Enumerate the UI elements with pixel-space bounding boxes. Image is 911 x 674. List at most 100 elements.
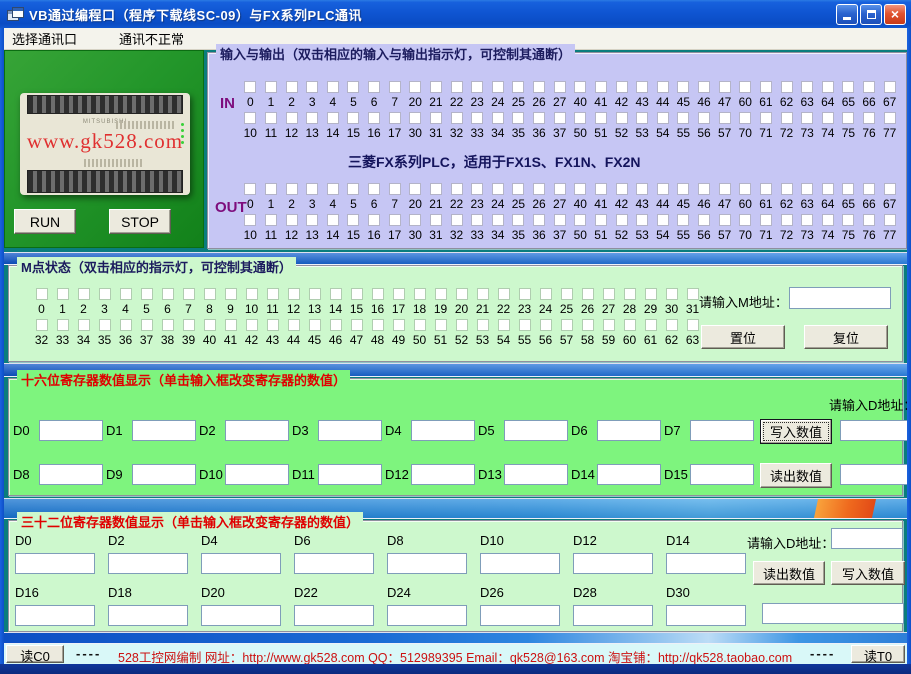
out-indicator-led[interactable]: [698, 214, 710, 226]
register-d6-input[interactable]: [597, 420, 661, 441]
in-indicator-led[interactable]: [286, 81, 298, 93]
out-indicator-led[interactable]: [512, 183, 524, 195]
m-indicator-led[interactable]: [561, 319, 573, 331]
in-indicator-led[interactable]: [616, 112, 628, 124]
in-indicator-led[interactable]: [512, 81, 524, 93]
m-indicator-led[interactable]: [477, 319, 489, 331]
out-indicator-led[interactable]: [451, 183, 463, 195]
out-indicator-led[interactable]: [286, 183, 298, 195]
in-indicator-led[interactable]: [739, 112, 751, 124]
register-d18-input[interactable]: [108, 605, 188, 626]
m-indicator-led[interactable]: [78, 319, 90, 331]
in-indicator-led[interactable]: [822, 81, 834, 93]
out-indicator-led[interactable]: [801, 214, 813, 226]
out-indicator-led[interactable]: [739, 183, 751, 195]
in-indicator-led[interactable]: [554, 81, 566, 93]
in-indicator-led[interactable]: [265, 112, 277, 124]
in-indicator-led[interactable]: [430, 81, 442, 93]
out-indicator-led[interactable]: [884, 214, 896, 226]
in-indicator-led[interactable]: [451, 81, 463, 93]
m-indicator-led[interactable]: [330, 319, 342, 331]
m-indicator-led[interactable]: [435, 319, 447, 331]
run-button[interactable]: RUN: [14, 209, 76, 234]
register-d2-input[interactable]: [108, 553, 188, 574]
m-indicator-led[interactable]: [36, 288, 48, 300]
m-indicator-led[interactable]: [645, 288, 657, 300]
in-indicator-led[interactable]: [368, 112, 380, 124]
register-d26-input[interactable]: [480, 605, 560, 626]
m-indicator-led[interactable]: [687, 288, 699, 300]
out-indicator-led[interactable]: [451, 214, 463, 226]
out-indicator-led[interactable]: [863, 183, 875, 195]
out-indicator-led[interactable]: [327, 214, 339, 226]
m-indicator-led[interactable]: [204, 319, 216, 331]
out-indicator-led[interactable]: [760, 183, 772, 195]
in-indicator-led[interactable]: [265, 81, 277, 93]
in-indicator-led[interactable]: [492, 112, 504, 124]
in-indicator-led[interactable]: [595, 81, 607, 93]
m-indicator-led[interactable]: [351, 319, 363, 331]
m-address-input[interactable]: [789, 287, 891, 309]
in-indicator-led[interactable]: [533, 81, 545, 93]
m-indicator-led[interactable]: [603, 288, 615, 300]
in-indicator-led[interactable]: [698, 112, 710, 124]
register-d1-input[interactable]: [132, 420, 196, 441]
m-indicator-led[interactable]: [624, 319, 636, 331]
out-indicator-led[interactable]: [842, 214, 854, 226]
out-indicator-led[interactable]: [327, 183, 339, 195]
out-indicator-led[interactable]: [368, 214, 380, 226]
in-indicator-led[interactable]: [471, 112, 483, 124]
in-indicator-led[interactable]: [657, 112, 669, 124]
out-indicator-led[interactable]: [389, 214, 401, 226]
m-indicator-led[interactable]: [36, 319, 48, 331]
m-indicator-led[interactable]: [456, 288, 468, 300]
m-indicator-led[interactable]: [288, 288, 300, 300]
m-indicator-led[interactable]: [666, 319, 678, 331]
set-button[interactable]: 置位: [701, 325, 785, 349]
m-indicator-led[interactable]: [666, 288, 678, 300]
in-indicator-led[interactable]: [554, 112, 566, 124]
m-indicator-led[interactable]: [540, 319, 552, 331]
out-indicator-led[interactable]: [533, 214, 545, 226]
out-indicator-led[interactable]: [430, 183, 442, 195]
in-indicator-led[interactable]: [451, 112, 463, 124]
out-indicator-led[interactable]: [306, 214, 318, 226]
out-indicator-led[interactable]: [595, 214, 607, 226]
register-d7-input[interactable]: [690, 420, 754, 441]
m-indicator-led[interactable]: [309, 319, 321, 331]
in-indicator-led[interactable]: [698, 81, 710, 93]
m-indicator-led[interactable]: [393, 288, 405, 300]
stop-button[interactable]: STOP: [109, 209, 171, 234]
out-indicator-led[interactable]: [409, 183, 421, 195]
minimize-button[interactable]: [836, 4, 858, 25]
in-indicator-led[interactable]: [574, 81, 586, 93]
maximize-button[interactable]: [860, 4, 882, 25]
register-d10-input[interactable]: [480, 553, 560, 574]
out-indicator-led[interactable]: [471, 214, 483, 226]
m-indicator-led[interactable]: [78, 288, 90, 300]
out-indicator-led[interactable]: [595, 183, 607, 195]
read-address-input-16[interactable]: [840, 464, 908, 485]
in-indicator-led[interactable]: [409, 112, 421, 124]
m-indicator-led[interactable]: [561, 288, 573, 300]
in-indicator-led[interactable]: [409, 81, 421, 93]
out-indicator-led[interactable]: [286, 214, 298, 226]
register-d14-input[interactable]: [597, 464, 661, 485]
m-indicator-led[interactable]: [99, 319, 111, 331]
in-indicator-led[interactable]: [616, 81, 628, 93]
m-indicator-led[interactable]: [414, 288, 426, 300]
m-indicator-led[interactable]: [246, 288, 258, 300]
m-indicator-led[interactable]: [204, 288, 216, 300]
in-indicator-led[interactable]: [739, 81, 751, 93]
in-indicator-led[interactable]: [822, 112, 834, 124]
out-indicator-led[interactable]: [698, 183, 710, 195]
in-indicator-led[interactable]: [430, 112, 442, 124]
register-d0-input[interactable]: [39, 420, 103, 441]
m-indicator-led[interactable]: [519, 288, 531, 300]
m-indicator-led[interactable]: [57, 319, 69, 331]
title-bar[interactable]: VB通过编程口（程序下载线SC-09）与FX系列PLC通讯 ×: [0, 0, 911, 28]
in-indicator-led[interactable]: [636, 112, 648, 124]
in-indicator-led[interactable]: [368, 81, 380, 93]
out-indicator-led[interactable]: [574, 183, 586, 195]
in-indicator-led[interactable]: [327, 81, 339, 93]
